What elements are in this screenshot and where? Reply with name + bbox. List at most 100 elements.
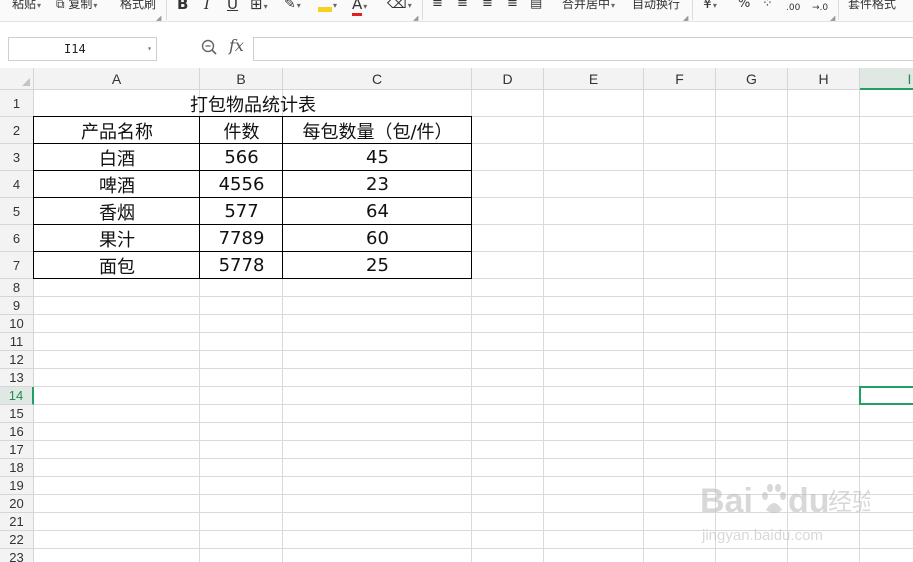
column-header-d[interactable]: D bbox=[472, 68, 544, 90]
data-cell[interactable]: 45 bbox=[283, 144, 472, 171]
border-button[interactable]: ⊞▾ bbox=[250, 0, 268, 14]
data-cell[interactable]: 4556 bbox=[200, 171, 283, 198]
data-cell[interactable]: 566 bbox=[200, 144, 283, 171]
font-color-button[interactable]: A▾ bbox=[352, 0, 367, 16]
header-cell[interactable]: 每包数量（包/件） bbox=[283, 117, 472, 144]
row-header-19[interactable]: 19 bbox=[0, 477, 34, 495]
increase-decimal-button[interactable]: .00 bbox=[786, 0, 800, 18]
align-middle-button[interactable]: ≡ bbox=[457, 0, 468, 14]
align-bottom-button[interactable]: ≡ bbox=[482, 0, 493, 14]
currency-dropdown-icon[interactable]: ▾ bbox=[713, 1, 717, 10]
row-header-4[interactable]: 4 bbox=[0, 171, 34, 198]
underline-button[interactable]: U bbox=[227, 0, 238, 14]
column-header-g[interactable]: G bbox=[716, 68, 788, 90]
table-style-button[interactable]: 套件格式 bbox=[848, 0, 896, 14]
data-cell[interactable]: 577 bbox=[200, 198, 283, 225]
data-cell[interactable]: 23 bbox=[283, 171, 472, 198]
row-header-12[interactable]: 12 bbox=[0, 351, 34, 369]
column-header-c[interactable]: C bbox=[283, 68, 472, 90]
column-header-i[interactable]: I bbox=[860, 68, 913, 90]
fx-icon[interactable]: fx bbox=[229, 36, 244, 55]
row-header-13[interactable]: 13 bbox=[0, 369, 34, 387]
row-header-1[interactable]: 1 bbox=[0, 90, 34, 117]
align-top-button[interactable]: ≡ bbox=[432, 0, 443, 14]
paste-dropdown-icon[interactable]: ▾ bbox=[37, 1, 41, 10]
clear-button[interactable]: ⌫▾ bbox=[387, 0, 412, 14]
font-color-dropdown-icon[interactable]: ▾ bbox=[363, 2, 367, 11]
data-cell[interactable]: 60 bbox=[283, 225, 472, 252]
header-cell[interactable]: 件数 bbox=[200, 117, 283, 144]
zoom-icon[interactable] bbox=[200, 38, 220, 58]
row-header-5[interactable]: 5 bbox=[0, 198, 34, 225]
clipboard-group-launcher-icon[interactable]: ◢ bbox=[156, 14, 161, 21]
font-group-launcher-icon[interactable]: ◢ bbox=[413, 14, 418, 21]
merge-center-dropdown-icon[interactable]: ▾ bbox=[611, 1, 615, 10]
data-cell[interactable]: 面包 bbox=[34, 252, 200, 279]
currency-button[interactable]: ¥▾ bbox=[703, 0, 717, 14]
alignment-group-launcher-icon[interactable]: ◢ bbox=[683, 14, 688, 21]
data-cell[interactable]: 64 bbox=[283, 198, 472, 225]
merge-center-button[interactable]: 合并居中▾ bbox=[562, 0, 615, 14]
table-border-horizontal bbox=[33, 197, 472, 198]
data-cell[interactable]: 啤酒 bbox=[34, 171, 200, 198]
column-header-e[interactable]: E bbox=[544, 68, 644, 90]
fill-dropdown-icon[interactable]: ▾ bbox=[297, 1, 301, 10]
data-cell[interactable]: 7789 bbox=[200, 225, 283, 252]
row-header-8[interactable]: 8 bbox=[0, 279, 34, 297]
row-header-20[interactable]: 20 bbox=[0, 495, 34, 513]
highlight-dropdown-icon[interactable]: ▾ bbox=[333, 1, 337, 10]
percent-button[interactable]: % bbox=[738, 0, 750, 14]
italic-button[interactable]: I bbox=[204, 0, 210, 14]
row-header-16[interactable]: 16 bbox=[0, 423, 34, 441]
row-header-7[interactable]: 7 bbox=[0, 252, 34, 279]
fill-color-button[interactable]: ✎▾ bbox=[284, 0, 301, 14]
data-cell[interactable]: 5778 bbox=[200, 252, 283, 279]
row-header-10[interactable]: 10 bbox=[0, 315, 34, 333]
row-header-14[interactable]: 14 bbox=[0, 387, 34, 405]
data-cell[interactable]: 果汁 bbox=[34, 225, 200, 252]
row-header-23[interactable]: 23 bbox=[0, 549, 34, 562]
name-box-dropdown-icon[interactable]: ▾ bbox=[147, 38, 152, 60]
row-header-2[interactable]: 2 bbox=[0, 117, 34, 144]
number-group-launcher-icon[interactable]: ◢ bbox=[830, 14, 835, 21]
wrap-text-button[interactable]: 自动换行 bbox=[632, 0, 680, 14]
clear-dropdown-icon[interactable]: ▾ bbox=[408, 1, 412, 10]
copy-dropdown-icon[interactable]: ▾ bbox=[93, 1, 97, 10]
row-header-9[interactable]: 9 bbox=[0, 297, 34, 315]
select-all-corner[interactable] bbox=[0, 68, 34, 90]
paste-button[interactable]: 粘贴▾ bbox=[12, 0, 41, 14]
decrease-decimal-button[interactable]: →.0 bbox=[812, 0, 828, 18]
thousands-button[interactable]: ⁘ bbox=[762, 0, 773, 14]
justify-button[interactable]: ≡ bbox=[507, 0, 518, 14]
row-header-15[interactable]: 15 bbox=[0, 405, 34, 423]
formula-input[interactable] bbox=[253, 37, 913, 61]
data-cell[interactable]: 香烟 bbox=[34, 198, 200, 225]
column-header-f[interactable]: F bbox=[644, 68, 716, 90]
active-cell-selection[interactable] bbox=[859, 386, 913, 405]
table-border-horizontal bbox=[33, 116, 472, 117]
format-painter-button[interactable]: 格式刷 bbox=[120, 0, 156, 14]
header-cell[interactable]: 产品名称 bbox=[34, 117, 200, 144]
distributed-button[interactable]: ▤ bbox=[530, 0, 542, 14]
bold-button[interactable]: B bbox=[177, 0, 188, 14]
table-border-bottom bbox=[33, 278, 472, 279]
column-header-h[interactable]: H bbox=[788, 68, 860, 90]
name-box[interactable]: I14 ▾ bbox=[8, 37, 157, 61]
row-header-22[interactable]: 22 bbox=[0, 531, 34, 549]
row-header-3[interactable]: 3 bbox=[0, 144, 34, 171]
ribbon-separator bbox=[166, 0, 167, 20]
data-cell[interactable]: 25 bbox=[283, 252, 472, 279]
row-header-21[interactable]: 21 bbox=[0, 513, 34, 531]
copy-button[interactable]: ⧉ 复制▾ bbox=[56, 0, 97, 14]
data-cell[interactable]: 白酒 bbox=[34, 144, 200, 171]
border-dropdown-icon[interactable]: ▾ bbox=[264, 2, 268, 11]
row-header-17[interactable]: 17 bbox=[0, 441, 34, 459]
sheet-title-cell[interactable]: 打包物品统计表 bbox=[34, 90, 472, 117]
column-header-b[interactable]: B bbox=[200, 68, 283, 90]
ribbon-separator bbox=[692, 0, 693, 20]
row-header-6[interactable]: 6 bbox=[0, 225, 34, 252]
highlight-button[interactable]: ▾ bbox=[318, 0, 337, 14]
row-header-11[interactable]: 11 bbox=[0, 333, 34, 351]
row-header-18[interactable]: 18 bbox=[0, 459, 34, 477]
column-header-a[interactable]: A bbox=[34, 68, 200, 90]
